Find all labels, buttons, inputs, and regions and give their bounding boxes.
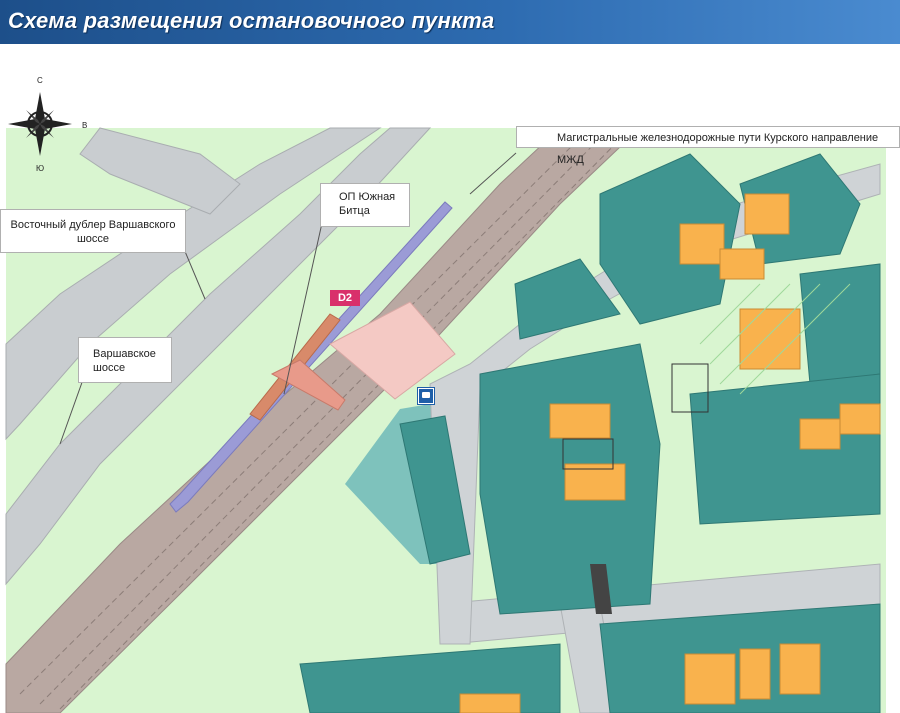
callout-station: ОП Южная Битца: [320, 183, 410, 227]
header-bar: Схема размещения остановочного пункта: [0, 0, 900, 44]
line-badge: D2: [330, 290, 360, 306]
bus-stop-icon: [418, 388, 434, 404]
compass-east-label: В: [82, 121, 88, 130]
compass-south-label: Ю: [36, 164, 45, 173]
callout-dubler: Восточный дублер Варшавского шоссе: [0, 209, 186, 253]
callout-highway: Варшавское шоссе: [78, 337, 172, 383]
callout-rail: Магистральные железнодорожные пути Курск…: [516, 126, 900, 166]
compass-north-label: С: [37, 76, 43, 85]
page-title: Схема размещения остановочного пункта: [8, 8, 495, 33]
